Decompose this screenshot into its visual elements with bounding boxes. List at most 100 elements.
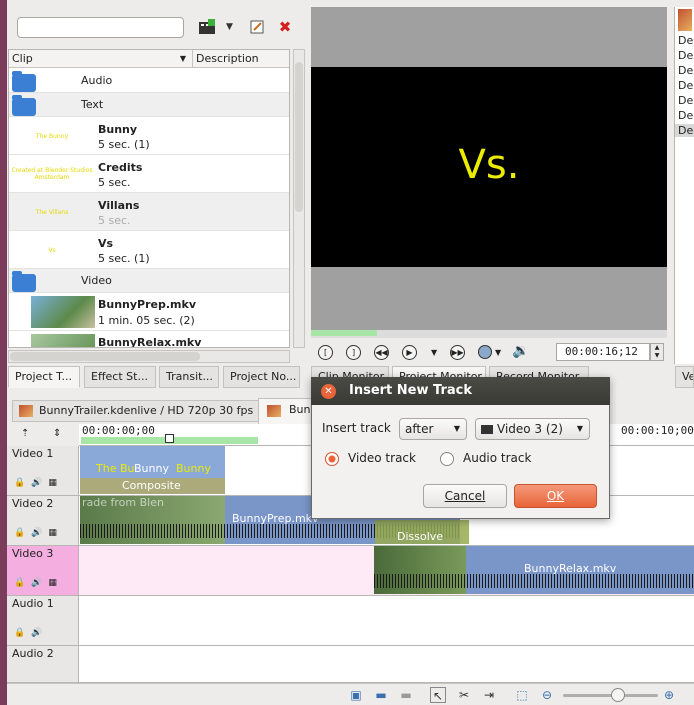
- film-icon: [481, 425, 493, 434]
- tab-effect-stack[interactable]: Effect St...: [84, 366, 156, 388]
- video-track-radio[interactable]: [325, 452, 339, 466]
- track-controls-icon[interactable]: 🔒🔊▦: [14, 578, 63, 588]
- clip-name: Credits: [98, 161, 143, 174]
- set-zone-end-icon[interactable]: ]: [346, 345, 361, 360]
- track-header: Audio 2: [7, 646, 79, 682]
- select-value: after: [405, 422, 434, 436]
- history-item[interactable]: Del: [678, 64, 694, 77]
- video-track-label[interactable]: Video track: [348, 451, 416, 465]
- expand-icon[interactable]: ⇕: [53, 428, 61, 439]
- monitor-title-text: Vs.: [458, 142, 520, 188]
- dialog-title: Insert New Track: [311, 377, 610, 405]
- dissolve-transition[interactable]: Dissolve: [375, 520, 469, 544]
- audio-track-radio[interactable]: [440, 452, 454, 466]
- zoom-slider-handle[interactable]: [611, 688, 625, 702]
- track-audio-2[interactable]: Audio 2: [7, 646, 694, 683]
- zoom-in-icon[interactable]: ⊕: [661, 687, 677, 703]
- history-item[interactable]: Del: [678, 79, 694, 92]
- history-item[interactable]: Del: [678, 49, 694, 62]
- list-item[interactable]: Vs Vs 5 sec. (1): [9, 231, 289, 269]
- track-controls-icon[interactable]: 🔒🔊: [14, 628, 48, 638]
- list-item[interactable]: BunnyRelax.mkv: [9, 331, 289, 347]
- thumbnails-icon[interactable]: ▬: [398, 687, 414, 703]
- list-item[interactable]: The Bunny Bunny 5 sec. (1): [9, 117, 289, 155]
- timeline-file-name: Bun: [289, 403, 311, 416]
- folder-icon: [12, 95, 36, 116]
- delete-clip-icon[interactable]: ✖: [274, 16, 296, 38]
- close-icon[interactable]: ✕: [321, 384, 336, 399]
- zoom-out-icon[interactable]: ⊖: [539, 687, 555, 703]
- edit-clip-icon[interactable]: [246, 16, 268, 38]
- sort-icon: ▼: [179, 54, 186, 63]
- razor-tool-icon[interactable]: ✂: [456, 687, 472, 703]
- scrollbar-thumb[interactable]: [10, 352, 200, 361]
- list-item[interactable]: Audio: [9, 69, 289, 93]
- search-input[interactable]: [17, 17, 184, 38]
- history-item[interactable]: Del: [678, 94, 694, 107]
- transition-label: Dissolve: [397, 530, 444, 543]
- chevron-down-icon[interactable]: ▼: [495, 348, 501, 357]
- kdenlive-icon: [267, 405, 281, 417]
- audio-track-label[interactable]: Audio track: [463, 451, 531, 465]
- ok-button[interactable]: OK: [514, 484, 597, 508]
- title-clip-bunny[interactable]: The Bu Bunny Bunny Composite: [80, 446, 225, 494]
- selection-tool-icon[interactable]: ↖: [430, 687, 446, 703]
- fit-zoom-icon[interactable]: ⬚: [514, 687, 530, 703]
- audio-waveform: [374, 574, 694, 588]
- clip-thumbnail: Created at Blender Studios Amsterdam: [11, 167, 93, 181]
- add-clip-icon[interactable]: [196, 16, 218, 38]
- clip-thumbnail: The Villans: [35, 208, 69, 216]
- chevron-down-icon[interactable]: ▼: [431, 348, 437, 357]
- set-zone-start-icon[interactable]: [: [318, 345, 333, 360]
- track-video-3[interactable]: Video 3 🔒🔊▦ BunnyRelax.mkv: [7, 546, 694, 596]
- tab-transition[interactable]: Transit...: [159, 366, 219, 388]
- list-item[interactable]: BunnyPrep.mkv 1 min. 05 sec. (2): [9, 293, 289, 331]
- track-select[interactable]: Video 3 (2) ▼: [475, 418, 590, 440]
- tab-timeline-file-2[interactable]: Bun: [258, 398, 318, 424]
- folder-icon: [12, 271, 36, 292]
- list-item[interactable]: Video: [9, 269, 289, 293]
- track-audio-1[interactable]: Audio 1 🔒🔊: [7, 596, 694, 646]
- collapse-icon[interactable]: ⇡: [21, 428, 29, 439]
- forward-icon[interactable]: ▶▶: [450, 345, 465, 360]
- spacer-tool-icon[interactable]: ⇥: [481, 687, 497, 703]
- position-select[interactable]: after ▼: [399, 418, 467, 440]
- video-clip-bunnyrelax[interactable]: BunnyRelax.mkv: [374, 546, 694, 594]
- settings-gear-icon[interactable]: [478, 345, 492, 359]
- track-name: Audio 1: [12, 597, 54, 610]
- clip-overlay-text: rade from Blen: [82, 496, 164, 509]
- rewind-icon[interactable]: ◀◀: [374, 345, 389, 360]
- history-item[interactable]: Del: [678, 109, 694, 122]
- undo-history-panel: Del Del Del Del Del Del Del: [674, 7, 694, 364]
- chevron-down-icon[interactable]: ▼: [226, 22, 233, 32]
- history-item[interactable]: Del: [678, 34, 694, 47]
- track-header-controls: ⇡ ⇕: [7, 424, 79, 446]
- timecode-spinner[interactable]: ▲ ▼: [650, 343, 664, 361]
- column-description[interactable]: Description: [193, 50, 289, 68]
- tab-timeline-file[interactable]: BunnyTrailer.kdenlive / HD 720p 30 fps: [12, 400, 262, 422]
- tab-vector[interactable]: Ve: [675, 366, 694, 388]
- track-controls-icon[interactable]: 🔒🔊▦: [14, 478, 63, 488]
- clip-duration: 5 sec.: [98, 176, 131, 189]
- folder-icon: [12, 71, 36, 92]
- track-controls-icon[interactable]: 🔒🔊▦: [14, 528, 63, 538]
- timeline-cursor[interactable]: [165, 434, 174, 443]
- play-icon[interactable]: ▶: [402, 345, 417, 360]
- list-item[interactable]: Text: [9, 93, 289, 117]
- cancel-button[interactable]: Cancel: [423, 484, 507, 508]
- column-clip[interactable]: Clip ▼: [9, 50, 193, 68]
- clip-name: Villans: [98, 199, 140, 212]
- tab-project-tree[interactable]: Project T...: [8, 366, 80, 388]
- history-item[interactable]: Del: [675, 124, 694, 137]
- track-view-icon[interactable]: ▣: [348, 687, 364, 703]
- timecode-field[interactable]: 00:00:16;12: [556, 343, 650, 361]
- composite-transition[interactable]: Composite: [80, 478, 225, 494]
- track-header: Video 2 🔒🔊▦: [7, 496, 79, 545]
- track-header: Video 1 🔒🔊▦: [7, 446, 79, 495]
- list-item[interactable]: The Villans Villans 5 sec.: [9, 193, 289, 231]
- split-audio-icon[interactable]: ▬: [373, 687, 389, 703]
- tab-project-notes[interactable]: Project No...: [223, 366, 300, 388]
- vertical-scrollbar[interactable]: [293, 49, 305, 348]
- list-item[interactable]: Created at Blender Studios Amsterdam Cre…: [9, 155, 289, 193]
- volume-icon[interactable]: 🔉: [512, 343, 529, 359]
